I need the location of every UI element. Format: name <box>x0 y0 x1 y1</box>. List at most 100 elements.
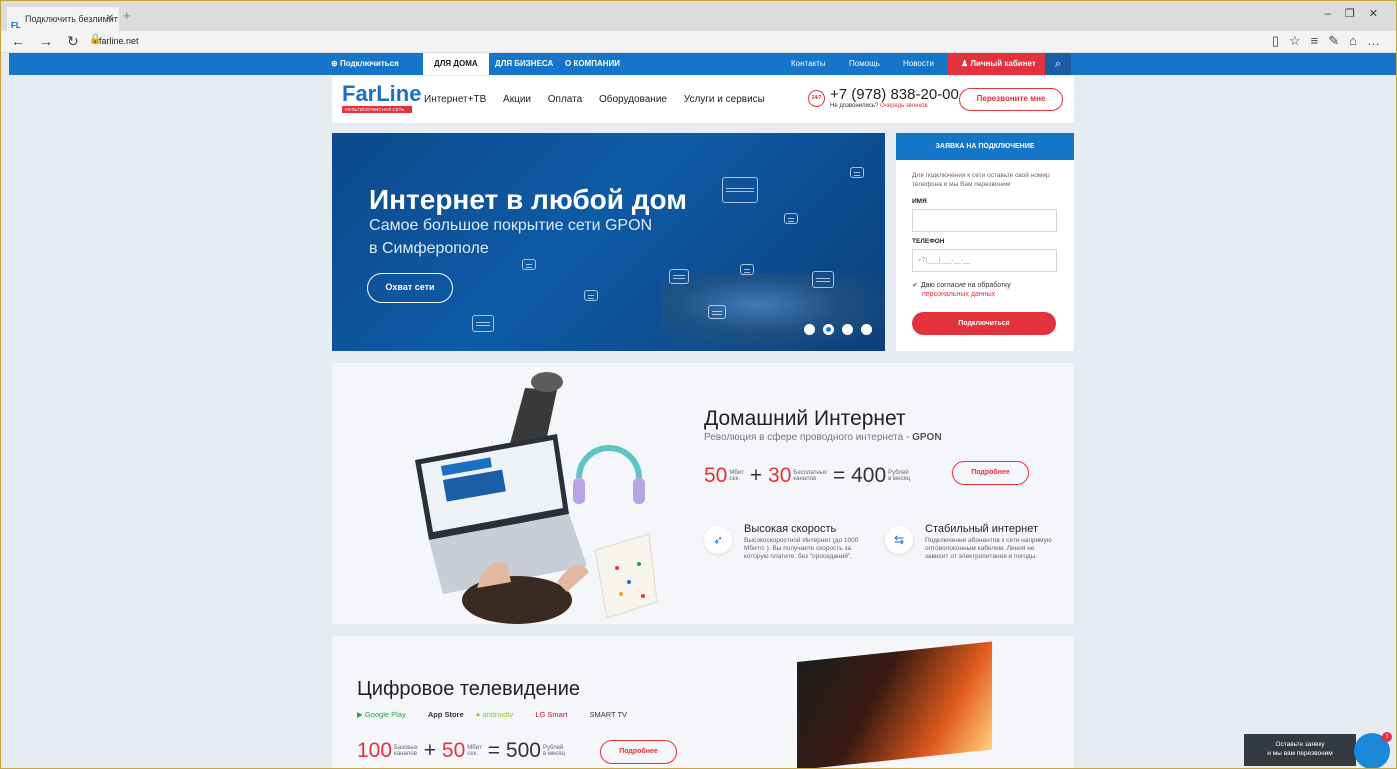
window-controls[interactable]: –❐✕ <box>1325 7 1392 20</box>
lg-smart-logo: LG Smart <box>535 710 577 719</box>
app-store-label: App Store <box>427 710 464 719</box>
logo-tagline: МУЛЬТИСЕРВИСНАЯ СЕТЬ <box>342 106 412 113</box>
slider-dot[interactable] <box>861 324 872 335</box>
cabinet-label: Личный кабинет <box>970 59 1036 68</box>
contacts-link[interactable]: Контакты <box>791 53 826 75</box>
tv-channels-unit: Базовых каналов <box>394 745 418 757</box>
chat-bubble-icon <box>740 264 754 275</box>
connection-request-form: ЗАЯВКА НА ПОДКЛЮЧЕНИЕ Для подключения к … <box>896 133 1074 351</box>
digital-tv-section: Цифровое телевидение ▶ Google Play App S… <box>332 636 1074 768</box>
phone-input[interactable]: +7(___)___-__-__ <box>912 249 1057 272</box>
plus-circle-icon: ⊕ <box>331 59 338 68</box>
submit-connect-button[interactable]: Подключиться <box>912 312 1056 335</box>
phone-number[interactable]: +7 (978) 838-20-00 <box>830 86 959 103</box>
maximize-icon[interactable]: ❐ <box>1345 8 1369 20</box>
tv-speed-unit-bottom: сек. <box>467 751 478 758</box>
smart-tv-label: SMART TV <box>589 710 628 719</box>
help-link[interactable]: Помощь <box>849 53 880 75</box>
form-intro: Для подключения к сети оставьте свой ном… <box>912 172 1050 188</box>
subtitle-gpon: GPON <box>912 432 942 443</box>
internet-details-button[interactable]: Подробнее <box>952 461 1029 485</box>
tv-channels-unit-bottom: каналов <box>394 751 417 758</box>
tv-details-button[interactable]: Подробнее <box>600 740 677 764</box>
chat-bubble-icon <box>708 305 726 319</box>
news-link[interactable]: Новости <box>903 53 934 75</box>
price-unit: Рублей в месяц <box>888 470 910 482</box>
user-icon: ♟ <box>961 59 969 68</box>
reading-view-icon[interactable]: ▯ <box>1272 33 1289 48</box>
menu-promotions[interactable]: Акции <box>503 94 531 105</box>
tv-channels-value: 100 <box>357 739 393 762</box>
call-queue-link[interactable]: Очередь звонков <box>880 103 928 109</box>
main-menu: Интернет+ТВ Акции Оплата Оборудование Ус… <box>424 94 779 105</box>
favorite-star-icon[interactable]: ☆ <box>1289 33 1311 48</box>
name-label: ИМЯ <box>912 198 927 205</box>
hero-subtitle-line1: Самое большое покрытие сети GPON <box>369 217 653 234</box>
web-note-icon[interactable]: ✎ <box>1328 33 1349 48</box>
sync-arrows-icon: ⇆ <box>885 526 913 554</box>
back-icon[interactable]: ← <box>11 33 39 49</box>
subtitle-text: Революция в сфере проводного интернета - <box>704 432 910 443</box>
connect-link[interactable]: ⊕ Подключиться <box>331 53 399 75</box>
tv-price-unit-bottom: в месяц <box>542 751 565 758</box>
tab-business[interactable]: ДЛЯ БИЗНЕСА <box>495 53 553 75</box>
tv-speed-unit: Мбит сек. <box>467 745 482 757</box>
app-store-logo: App Store <box>428 710 464 719</box>
google-play-label: Google Play <box>364 710 406 719</box>
chat-widget-button[interactable]: 1 <box>1354 732 1392 768</box>
new-tab-icon[interactable]: + <box>123 8 131 23</box>
speed-unit-bottom: сек. <box>729 476 740 483</box>
chat-bubble-icon <box>784 213 798 224</box>
forward-icon[interactable]: → <box>39 33 67 49</box>
personal-data-link[interactable]: персональных данных <box>912 291 995 298</box>
browser-tab[interactable]: FL Подключить безлимит ✕ <box>7 7 119 31</box>
close-tab-icon[interactable]: ✕ <box>106 7 114 31</box>
slider-dot-active[interactable] <box>823 324 834 335</box>
menu-internet-tv[interactable]: Интернет+ТВ <box>424 94 486 105</box>
close-window-icon[interactable]: ✕ <box>1369 8 1392 20</box>
more-icon[interactable]: … <box>1367 33 1390 48</box>
tab-bar: FL Подключить безлимит ✕ + –❐✕ <box>1 1 1396 31</box>
tab-title: Подключить безлимит <box>25 14 118 24</box>
coverage-button[interactable]: Охват сети <box>367 273 453 303</box>
menu-payment[interactable]: Оплата <box>548 94 582 105</box>
feature-title: Стабильный интернет <box>925 523 1038 535</box>
personal-cabinet-button[interactable]: ♟ Личный кабинет <box>948 53 1049 75</box>
site-favicon-icon: FL <box>11 21 21 30</box>
slider-dot[interactable] <box>842 324 853 335</box>
samsung-smart-tv-logo: SMART TV <box>590 710 638 719</box>
tv-tariff: 100 Базовых каналов + 50 Мбит сек. = 500 Рублей… <box>357 739 571 763</box>
tab-company[interactable]: О КОМПАНИИ <box>565 53 620 75</box>
callback-button[interactable]: Перезвоните мне <box>959 88 1063 111</box>
search-icon[interactable]: ⌕ <box>1045 53 1071 75</box>
home-internet-section: Домашний Интернет Революция в сфере пров… <box>332 363 1074 624</box>
support-24-7-icon: 24/7 <box>808 90 825 107</box>
farline-logo[interactable]: FarLine МУЛЬТИСЕРВИСНАЯ СЕТЬ <box>342 83 421 115</box>
android-tv-label: androidtv <box>482 710 514 719</box>
slider-dot[interactable] <box>804 324 815 335</box>
slider-dots <box>804 322 880 340</box>
chat-bubble-icon <box>850 167 864 178</box>
url-field[interactable]: farline.net <box>99 36 139 46</box>
channels-unit-bottom: каналов <box>793 476 817 483</box>
price-value: 400 <box>851 464 887 487</box>
site-header: FarLine МУЛЬТИСЕРВИСНАЯ СЕТЬ Интернет+ТВ… <box>332 76 1074 123</box>
consent-checkbox[interactable]: ✔ Даю согласие на обработку персональных … <box>912 281 1011 299</box>
consent-label: Даю согласие на обработку <box>920 282 1011 289</box>
menu-equipment[interactable]: Оборудование <box>599 94 667 105</box>
equals-sign: = <box>487 739 506 762</box>
plus-sign: + <box>423 739 442 762</box>
tab-home[interactable]: ДЛЯ ДОМА <box>423 53 489 75</box>
minimize-icon[interactable]: – <box>1325 8 1345 20</box>
android-tv-logo: ● androidtv <box>475 710 514 719</box>
platform-logos: ▶ Google Play App Store ● androidtv LG S… <box>357 710 647 719</box>
menu-services[interactable]: Услуги и сервисы <box>684 94 765 105</box>
google-play-logo: ▶ Google Play <box>357 710 406 719</box>
browser-tools: ▯☆≡✎⌂… <box>1272 33 1390 49</box>
hub-icon[interactable]: ≡ <box>1311 33 1329 48</box>
chat-bubble-icon <box>522 259 536 270</box>
laptop-illustration <box>415 372 657 624</box>
share-icon[interactable]: ⌂ <box>1349 33 1367 48</box>
callback-chat-tooltip[interactable]: Оставьте заявку и мы вам перезвоним <box>1244 734 1356 766</box>
name-input[interactable] <box>912 209 1057 232</box>
